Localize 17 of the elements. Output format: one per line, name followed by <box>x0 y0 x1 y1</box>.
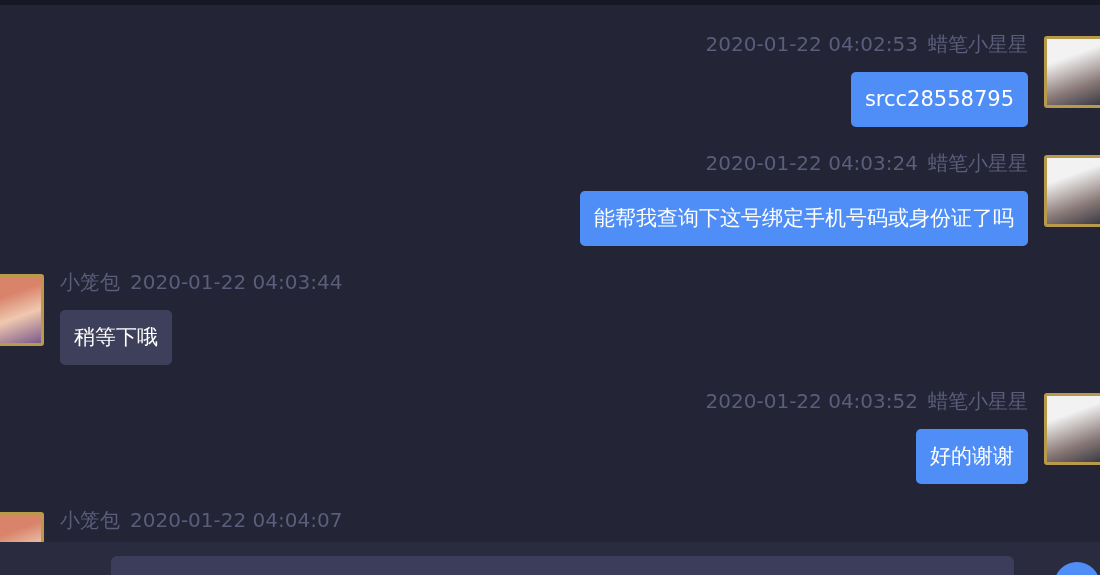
message-time: 2020-01-22 04:03:52 <box>705 389 918 413</box>
message-time: 2020-01-22 04:03:24 <box>705 151 918 175</box>
avatar[interactable] <box>1044 155 1100 227</box>
message-bubble: 能帮我查询下这号绑定手机号码或身份证了吗 <box>580 191 1028 246</box>
sender-name: 小笼包 <box>60 508 120 532</box>
sender-name: 蜡笔小星星 <box>928 32 1028 56</box>
message-bubble: 稍等下哦 <box>60 310 172 365</box>
message-bubble: 好的谢谢 <box>916 429 1028 484</box>
sender-name: 蜡笔小星星 <box>928 151 1028 175</box>
avatar[interactable] <box>1044 36 1100 108</box>
avatar[interactable] <box>1044 393 1100 465</box>
message-bubble: srcc28558795 <box>850 72 1028 127</box>
message-time: 2020-01-22 04:02:53 <box>705 32 918 56</box>
message-time: 2020-01-22 04:04:07 <box>130 508 343 532</box>
sender-name: 小笼包 <box>60 270 120 294</box>
sender-name: 蜡笔小星星 <box>928 389 1028 413</box>
message-time: 2020-01-22 04:03:44 <box>130 270 343 294</box>
